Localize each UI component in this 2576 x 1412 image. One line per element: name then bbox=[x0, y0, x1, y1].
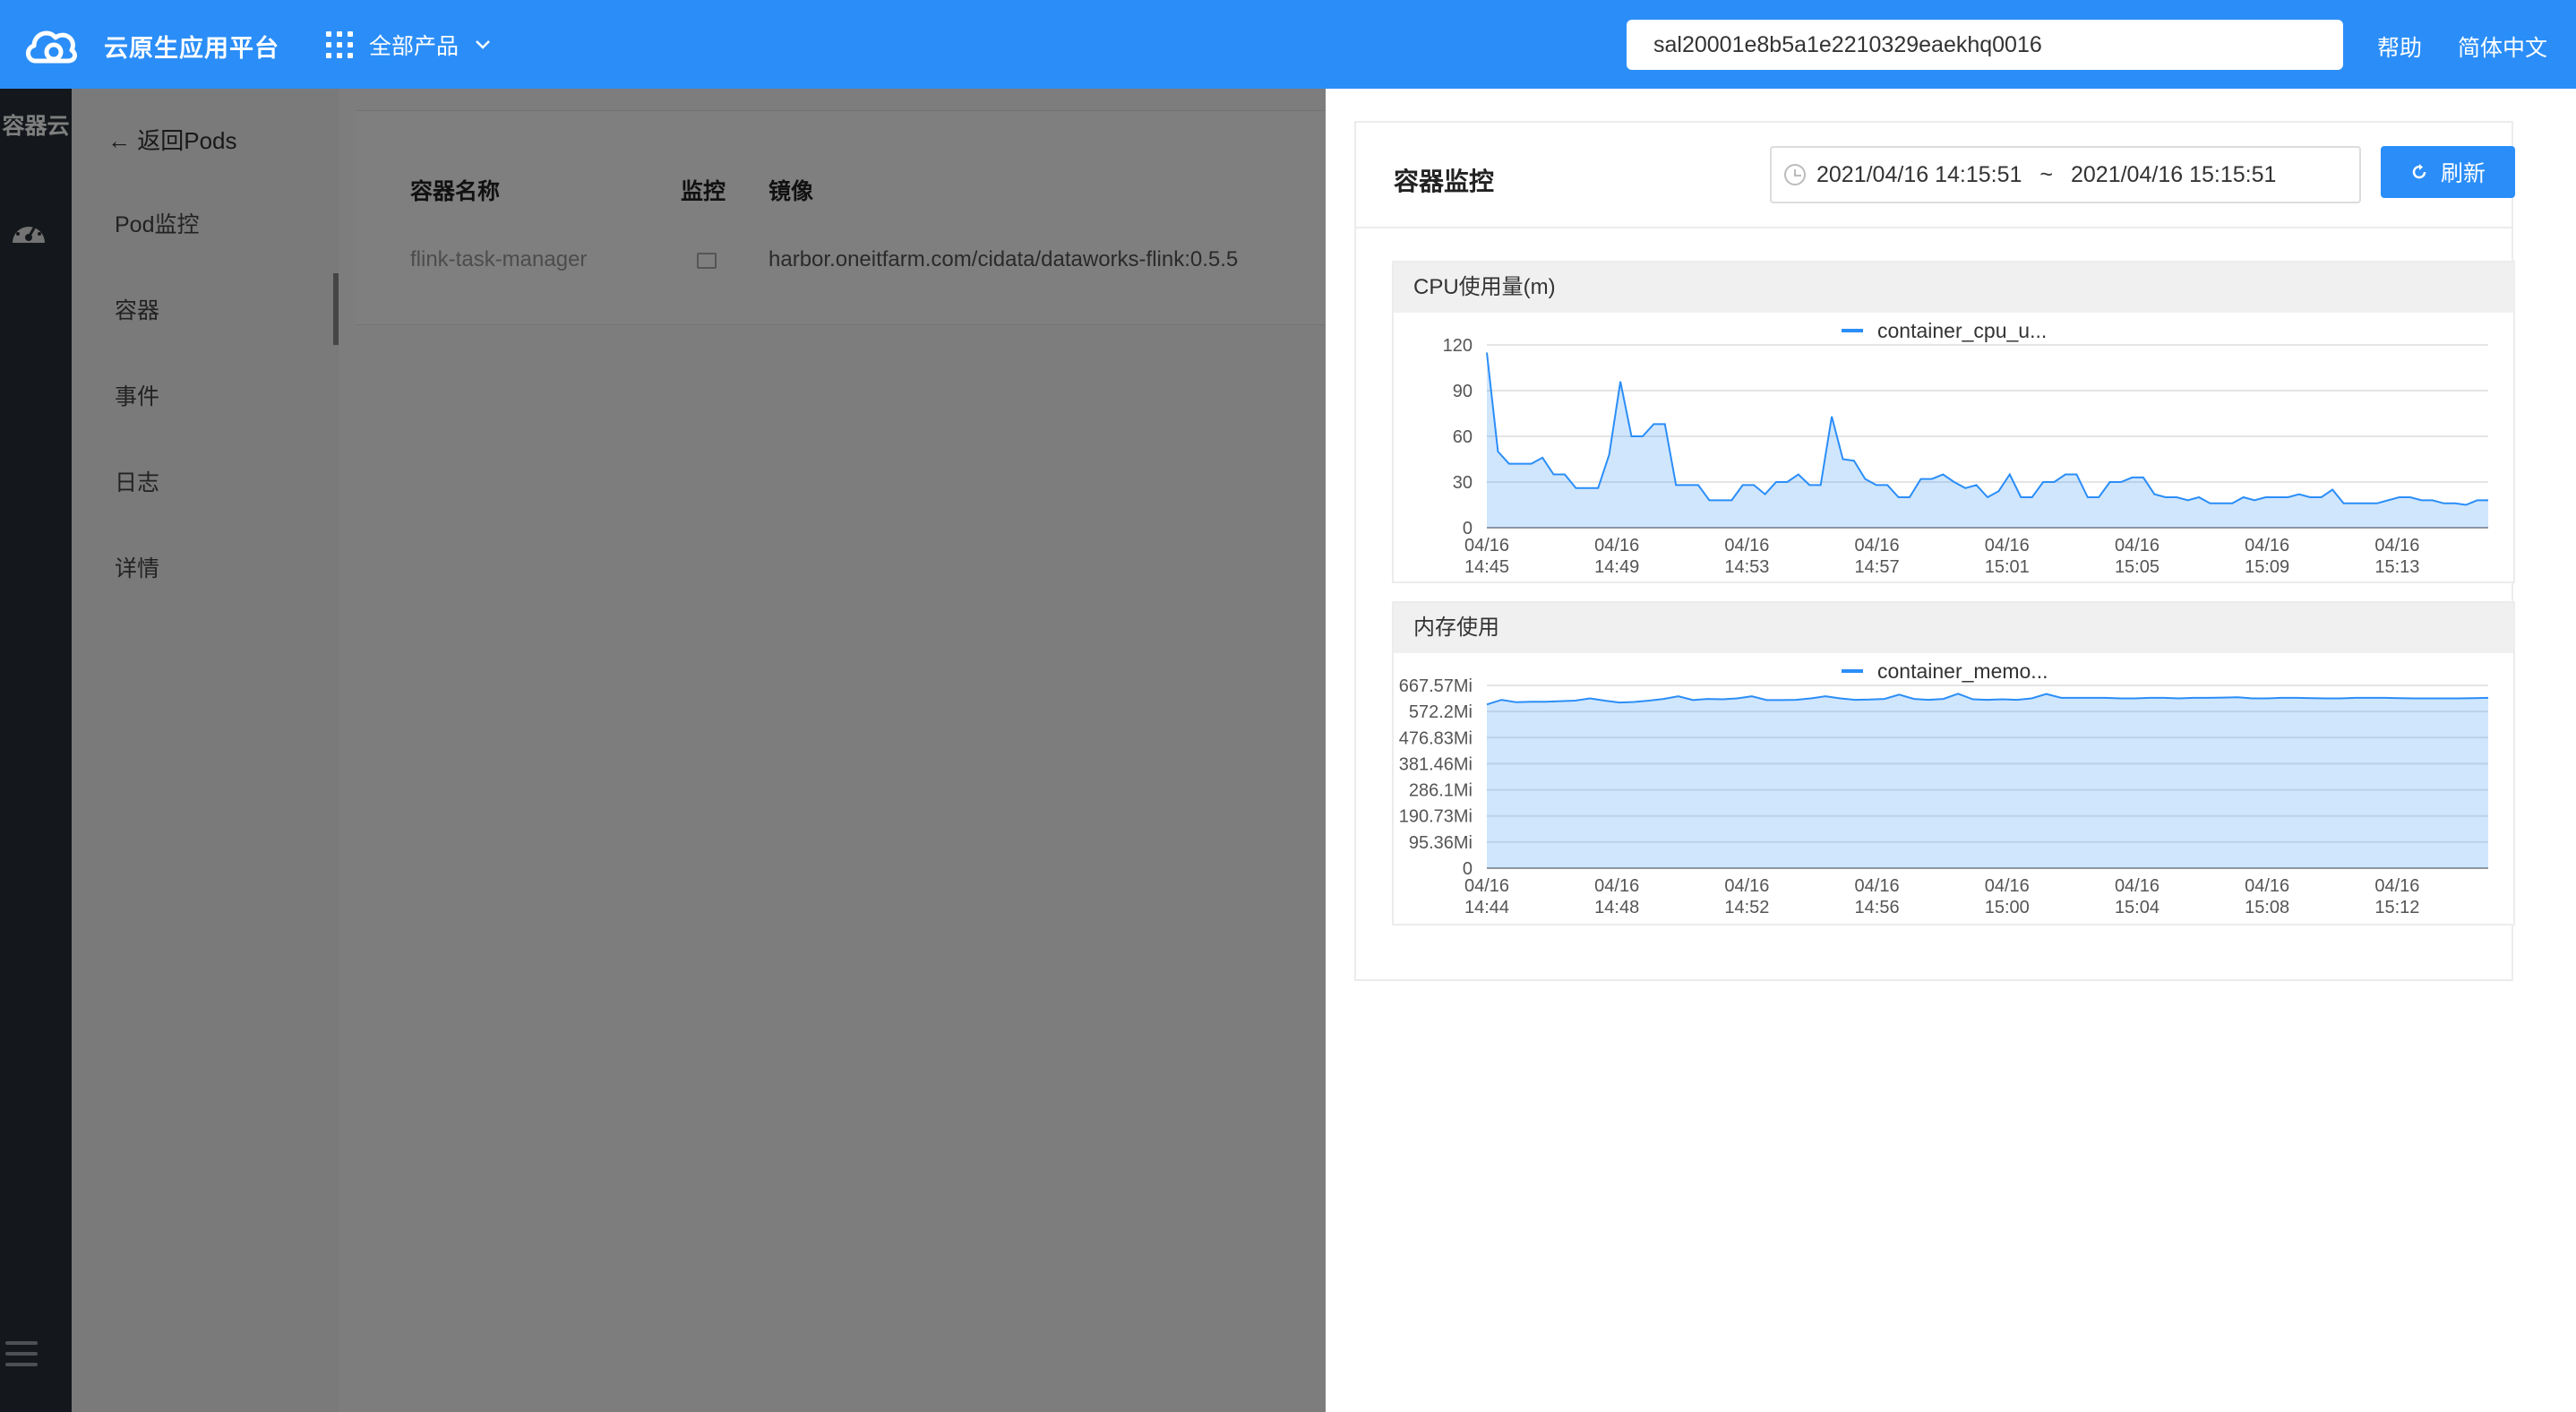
memory-chart-series-area bbox=[1487, 693, 2488, 868]
clock-icon bbox=[1784, 164, 1806, 185]
modal-overlay[interactable] bbox=[0, 89, 1326, 1412]
cpu-chart-legend[interactable]: container_cpu_u... bbox=[1842, 319, 2047, 342]
memory-chart-x-tick-date: 04/16 bbox=[1594, 876, 1639, 896]
cpu-chart-x-tick-date: 04/16 bbox=[2245, 536, 2289, 555]
monitor-drawer: 容器监控 2021/04/16 14:15:51 ~ 2021/04/16 15… bbox=[1326, 89, 2576, 1412]
memory-chart-y-tick-label: 381.46Mi bbox=[1399, 754, 1473, 774]
panel-header: 容器监控 2021/04/16 14:15:51 ~ 2021/04/16 15… bbox=[1356, 123, 2515, 228]
all-products-menu[interactable]: 全部产品 bbox=[326, 27, 491, 63]
time-range-picker[interactable]: 2021/04/16 14:15:51 ~ 2021/04/16 15:15:5… bbox=[1770, 146, 2361, 203]
cpu-chart-x-tick-time: 15:01 bbox=[1985, 557, 2030, 577]
cpu-chart-x-tick-time: 14:57 bbox=[1855, 557, 1900, 577]
help-link[interactable]: 帮助 bbox=[2377, 30, 2422, 63]
memory-chart-y-tick-label: 476.83Mi bbox=[1399, 728, 1473, 748]
memory-chart-x-tick-date: 04/16 bbox=[1464, 876, 1509, 896]
panel-title: 容器监控 bbox=[1394, 168, 1495, 195]
memory-chart-x-tick-date: 04/16 bbox=[2115, 876, 2160, 896]
cpu-chart-x-tick-date: 04/16 bbox=[2115, 536, 2160, 555]
memory-chart-x-tick-time: 14:48 bbox=[1594, 898, 1639, 917]
memory-chart: container_memo... 667.57Mi 572.2Mi 476.83Mi… bbox=[1399, 659, 2489, 917]
cpu-chart-x-tick-time: 15:09 bbox=[2245, 557, 2289, 577]
memory-chart-x-tick-date: 04/16 bbox=[2374, 876, 2419, 896]
refresh-button[interactable]: 刷新 bbox=[2381, 146, 2515, 198]
memory-chart-x-tick-time: 15:00 bbox=[1985, 898, 2030, 917]
brand-title[interactable]: 云原生应用平台 bbox=[104, 29, 279, 64]
cloud-logo-icon[interactable] bbox=[23, 22, 79, 68]
range-separator: ~ bbox=[2039, 161, 2053, 187]
memory-chart-x-tick-date: 04/16 bbox=[1985, 876, 2030, 896]
search-input[interactable]: sal20001e8b5a1e2210329eaekhq0016 bbox=[1627, 20, 2343, 70]
cpu-chart-x-tick-time: 15:05 bbox=[2115, 557, 2160, 577]
memory-chart-y-tick-label: 190.73Mi bbox=[1399, 807, 1473, 827]
cpu-chart-legend-label: container_cpu_u... bbox=[1877, 319, 2047, 342]
memory-chart-y-tick-label: 95.36Mi bbox=[1409, 833, 1473, 853]
all-products-label: 全部产品 bbox=[369, 34, 459, 59]
cpu-chart-series-area bbox=[1487, 352, 2488, 528]
cpu-chart-y-tick-label: 60 bbox=[1453, 427, 1473, 447]
cpu-chart-card: CPU使用量(m) container_cpu_u... 120 90 60 30 0 04… bbox=[1392, 261, 2515, 583]
monitor-panel: 容器监控 2021/04/16 14:15:51 ~ 2021/04/16 15… bbox=[1354, 121, 2515, 981]
cpu-chart-x-tick-date: 04/16 bbox=[1985, 536, 2030, 555]
memory-chart-x-tick-time: 15:12 bbox=[2374, 898, 2419, 917]
language-switch[interactable]: 简体中文 bbox=[2458, 30, 2547, 63]
cpu-chart: container_cpu_u...120906030004/1614:4504… bbox=[1443, 319, 2488, 577]
memory-chart-x-tick-time: 15:08 bbox=[2245, 898, 2289, 917]
cpu-chart-x-tick-date: 04/16 bbox=[1594, 536, 1639, 555]
range-end: 2021/04/16 15:15:51 bbox=[2071, 161, 2277, 187]
memory-chart-title: 内存使用 bbox=[1394, 603, 2513, 653]
cpu-chart-x-tick-date: 04/16 bbox=[1724, 536, 1769, 555]
cpu-chart-x-tick-date: 04/16 bbox=[1855, 536, 1900, 555]
cpu-chart-x-tick-time: 14:53 bbox=[1724, 557, 1769, 577]
cpu-chart-x-tick-time: 15:13 bbox=[2374, 557, 2419, 577]
memory-chart-y-tick-label: 286.1Mi bbox=[1409, 781, 1473, 801]
cpu-chart-y-tick-label: 30 bbox=[1453, 473, 1473, 493]
cpu-chart-x-tick-date: 04/16 bbox=[2374, 536, 2419, 555]
memory-chart-x-tick-time: 14:52 bbox=[1724, 898, 1769, 917]
memory-chart-y-tick-label: 667.57Mi bbox=[1399, 676, 1473, 696]
chevron-down-icon bbox=[476, 40, 490, 49]
memory-chart-y-tick-label: 572.2Mi bbox=[1409, 702, 1473, 722]
top-header: 云原生应用平台 全部产品 sal20001e8b5a1e2210329eaekh… bbox=[0, 0, 2576, 89]
memory-chart-x-tick-date: 04/16 bbox=[1855, 876, 1900, 896]
memory-chart-legend[interactable]: container_memo... bbox=[1842, 659, 2048, 683]
cpu-chart-x-tick-date: 04/16 bbox=[1464, 536, 1509, 555]
cpu-chart-title: CPU使用量(m) bbox=[1394, 263, 2513, 313]
memory-chart-x-tick-date: 04/16 bbox=[2245, 876, 2289, 896]
memory-chart-legend-label: container_memo... bbox=[1877, 659, 2048, 683]
memory-chart-x-tick-date: 04/16 bbox=[1724, 876, 1769, 896]
cpu-chart-x-tick-time: 14:45 bbox=[1464, 557, 1509, 577]
cpu-chart-y-tick-label: 120 bbox=[1443, 336, 1473, 356]
refresh-icon bbox=[2412, 164, 2426, 179]
memory-chart-x-tick-time: 14:56 bbox=[1855, 898, 1900, 917]
cpu-chart-y-tick-label: 90 bbox=[1453, 382, 1473, 401]
cpu-chart-x-tick-time: 14:49 bbox=[1594, 557, 1639, 577]
range-start: 2021/04/16 14:15:51 bbox=[1816, 161, 2022, 187]
memory-chart-card: 内存使用 container_memo... 667.57Mi 572.2Mi 476… bbox=[1392, 601, 2515, 926]
refresh-label: 刷新 bbox=[2440, 161, 2486, 186]
apps-grid-icon bbox=[326, 31, 353, 58]
memory-chart-x-tick-time: 14:44 bbox=[1464, 898, 1509, 917]
memory-chart-x-tick-time: 15:04 bbox=[2115, 898, 2160, 917]
